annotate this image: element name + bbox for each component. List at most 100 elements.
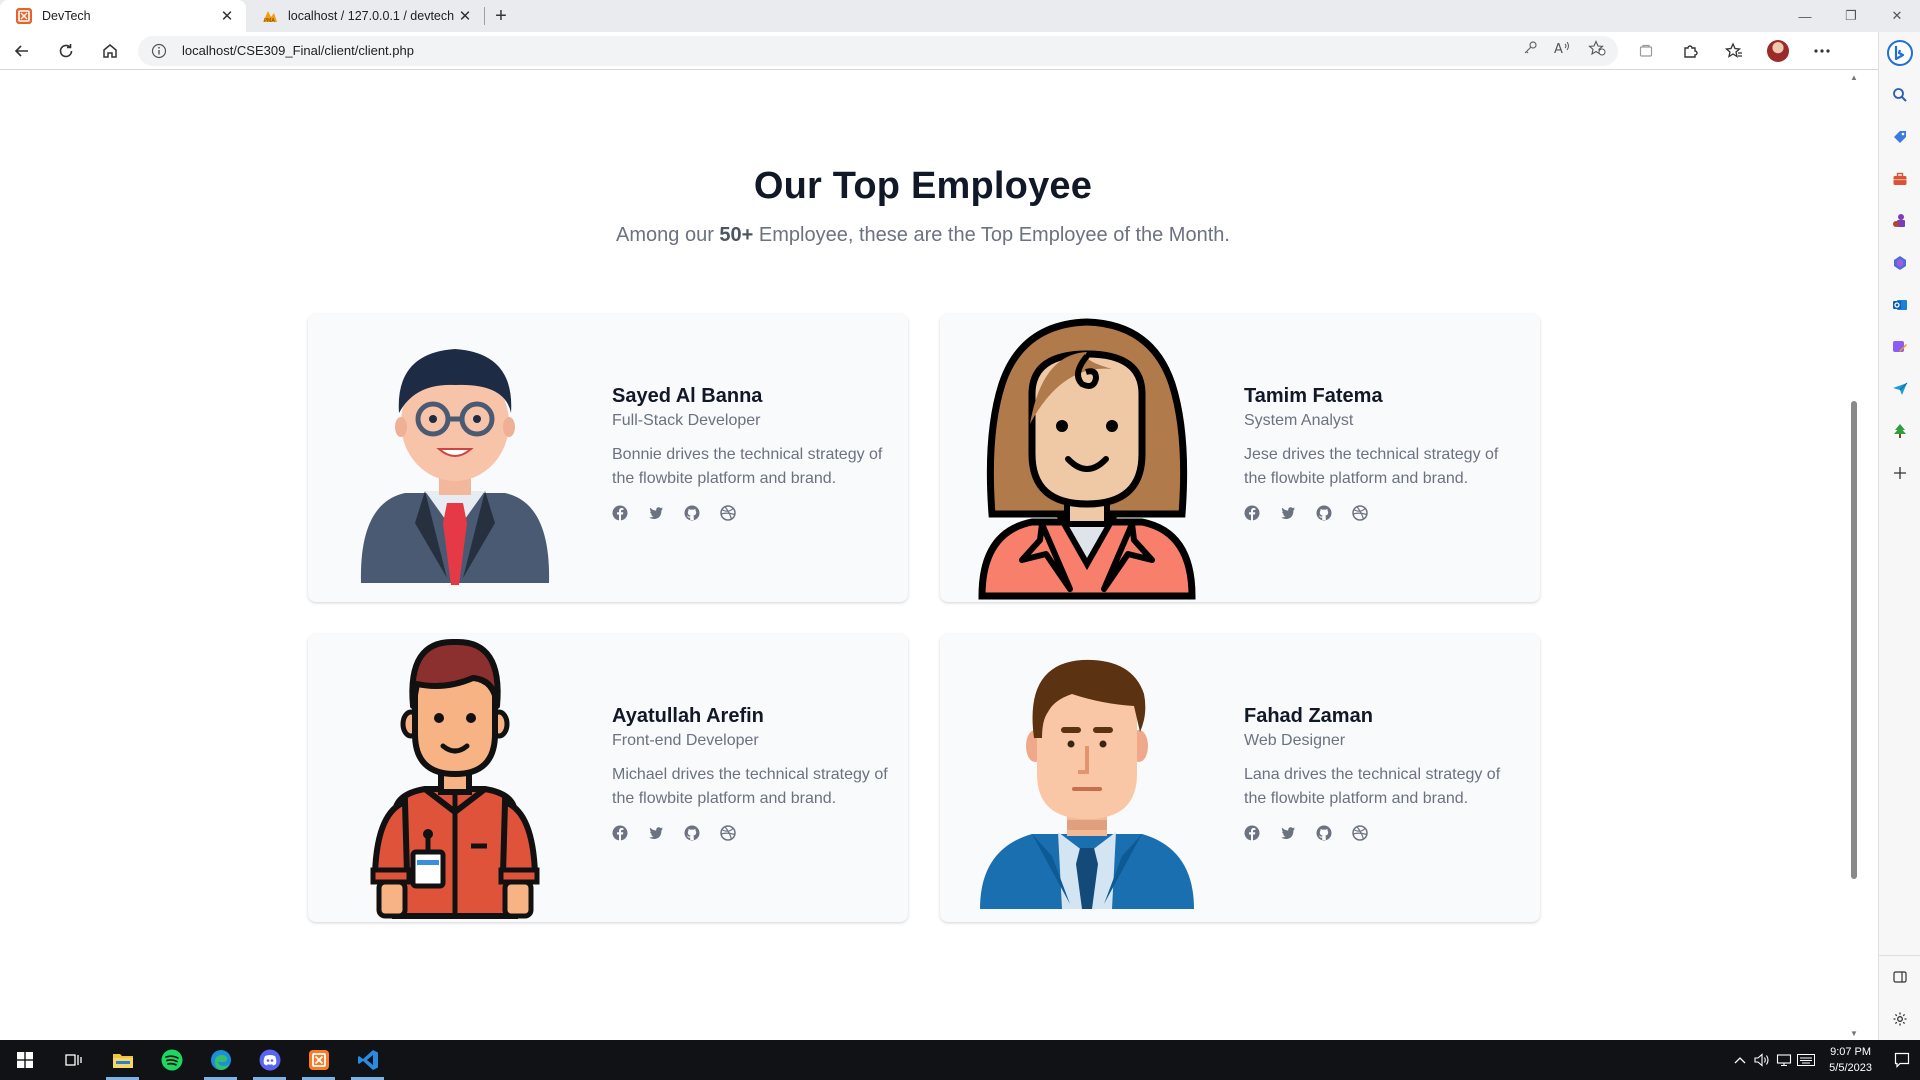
spotify-icon[interactable]	[147, 1040, 196, 1080]
profile-avatar[interactable]	[1756, 32, 1800, 70]
facebook-icon[interactable]	[612, 505, 628, 521]
subtitle-suffix: Employee, these are the Top Employee of …	[753, 224, 1230, 246]
employee-info: Sayed Al Banna Full-Stack Developer Bonn…	[612, 385, 892, 521]
hide-sidebar-icon[interactable]	[1879, 956, 1920, 998]
employee-avatar[interactable]	[330, 314, 580, 602]
network-icon[interactable]	[1773, 1053, 1795, 1067]
more-menu-icon[interactable]	[1800, 32, 1844, 70]
system-tray: 9:07 PM 5/5/2023	[1729, 1040, 1920, 1080]
social-links	[1244, 505, 1524, 521]
facebook-icon[interactable]	[1244, 505, 1260, 521]
social-links	[1244, 825, 1524, 841]
page-scrollbar[interactable]: ▲ ▼	[1846, 71, 1862, 1040]
clock-time: 9:07 PM	[1830, 1046, 1872, 1058]
refresh-icon[interactable]	[44, 32, 88, 70]
employee-info: Fahad Zaman Web Designer Lana drives the…	[1244, 705, 1524, 841]
new-tab-button[interactable]: +	[485, 0, 517, 32]
twitter-icon[interactable]	[648, 505, 664, 521]
tools-briefcase-icon[interactable]	[1879, 158, 1920, 200]
restore-icon[interactable]: ❐	[1828, 0, 1874, 32]
minimize-icon[interactable]: —	[1782, 0, 1828, 32]
close-window-icon[interactable]: ✕	[1874, 0, 1920, 32]
start-icon[interactable]	[0, 1040, 49, 1080]
page-content: Our Top Employee Among our 50+ Employee,…	[0, 71, 1846, 1040]
employee-avatar[interactable]	[330, 634, 580, 922]
window-controls: — ❐ ✕	[1782, 0, 1920, 32]
social-links	[612, 825, 892, 841]
twitter-icon[interactable]	[1280, 825, 1296, 841]
twitter-icon[interactable]	[1280, 505, 1296, 521]
employee-avatar[interactable]	[962, 314, 1212, 602]
tab-phpmyadmin[interactable]: PMA localhost / 127.0.0.1 / devtech / ✕	[246, 0, 484, 32]
github-icon[interactable]	[1316, 505, 1332, 521]
browser-tab-strip: DevTech ✕ PMA localhost / 127.0.0.1 / de…	[0, 0, 1920, 32]
employee-description: Michael drives the technical strategy of…	[612, 766, 888, 807]
task-view-icon[interactable]	[49, 1040, 98, 1080]
tab-devtech[interactable]: DevTech ✕	[0, 0, 246, 32]
key-icon[interactable]	[1522, 40, 1538, 61]
add-favorite-icon[interactable]	[1588, 40, 1606, 61]
employee-info: Ayatullah Arefin Front-end Developer Mic…	[612, 705, 892, 841]
facebook-icon[interactable]	[1244, 825, 1260, 841]
notifications-icon[interactable]	[1884, 1052, 1920, 1068]
add-sidebar-app-icon[interactable]	[1879, 452, 1920, 494]
employee-name: Ayatullah Arefin	[612, 705, 764, 727]
file-explorer-icon[interactable]	[98, 1040, 147, 1080]
designer-icon[interactable]	[1879, 326, 1920, 368]
dribbble-icon[interactable]	[1352, 825, 1368, 841]
subtitle-prefix: Among our	[616, 224, 720, 246]
tree-icon[interactable]	[1879, 410, 1920, 452]
tab-title: DevTech	[42, 9, 91, 23]
windows-taskbar: 9:07 PM 5/5/2023	[0, 1040, 1920, 1080]
read-aloud-icon[interactable]: A	[1554, 40, 1572, 61]
outlook-icon[interactable]	[1879, 284, 1920, 326]
edge-icon[interactable]	[196, 1040, 245, 1080]
employee-description: Jese drives the technical strategy of th…	[1244, 446, 1499, 487]
address-bar[interactable]: localhost/CSE309_Final/client/client.php…	[138, 35, 1618, 66]
extensions-icon[interactable]	[1668, 32, 1712, 70]
keyboard-icon[interactable]	[1795, 1054, 1817, 1066]
employee-avatar[interactable]	[962, 634, 1212, 922]
tab-actions-icon[interactable]	[1624, 32, 1668, 70]
github-icon[interactable]	[1316, 825, 1332, 841]
dribbble-icon[interactable]	[720, 505, 736, 521]
employee-name: Sayed Al Banna	[612, 385, 763, 407]
vscode-icon[interactable]	[343, 1040, 392, 1080]
close-tab-icon[interactable]: ✕	[218, 7, 236, 25]
xampp-icon[interactable]	[294, 1040, 343, 1080]
sidebar-settings-icon[interactable]	[1879, 998, 1920, 1040]
site-info-icon[interactable]	[150, 42, 168, 60]
back-icon[interactable]	[0, 32, 44, 70]
show-hidden-icons-icon[interactable]	[1729, 1056, 1751, 1064]
url-text[interactable]: localhost/CSE309_Final/client/client.php	[182, 43, 1522, 58]
svg-text:PMA: PMA	[264, 18, 275, 24]
dribbble-icon[interactable]	[1352, 505, 1368, 521]
send-icon[interactable]	[1879, 368, 1920, 410]
page-title: Our Top Employee	[753, 165, 1093, 207]
scroll-thumb[interactable]	[1851, 401, 1857, 879]
employee-description: Lana drives the technical strategy of th…	[1244, 766, 1501, 807]
github-icon[interactable]	[684, 505, 700, 521]
microsoft-365-icon[interactable]	[1879, 242, 1920, 284]
twitter-icon[interactable]	[648, 825, 664, 841]
github-icon[interactable]	[684, 825, 700, 841]
taskbar-clock[interactable]: 9:07 PM 5/5/2023	[1817, 1044, 1884, 1076]
shopping-tag-icon[interactable]	[1879, 116, 1920, 158]
search-icon[interactable]	[1879, 74, 1920, 116]
sidebar-bottom	[1878, 955, 1920, 1040]
bing-copilot-icon[interactable]	[1879, 32, 1920, 74]
scroll-up-icon[interactable]: ▲	[1850, 73, 1858, 82]
facebook-icon[interactable]	[612, 825, 628, 841]
close-tab-icon[interactable]: ✕	[456, 7, 474, 25]
favorites-icon[interactable]	[1712, 32, 1756, 70]
discord-icon[interactable]	[245, 1040, 294, 1080]
social-links	[612, 505, 892, 521]
games-icon[interactable]	[1879, 200, 1920, 242]
home-icon[interactable]	[88, 32, 132, 70]
dribbble-icon[interactable]	[720, 825, 736, 841]
employee-name: Tamim Fatema	[1244, 385, 1383, 407]
scroll-down-icon[interactable]: ▼	[1850, 1029, 1858, 1038]
volume-icon[interactable]	[1751, 1053, 1773, 1067]
browser-toolbar: localhost/CSE309_Final/client/client.php…	[0, 32, 1878, 70]
employee-card: Ayatullah Arefin Front-end Developer Mic…	[308, 634, 908, 922]
